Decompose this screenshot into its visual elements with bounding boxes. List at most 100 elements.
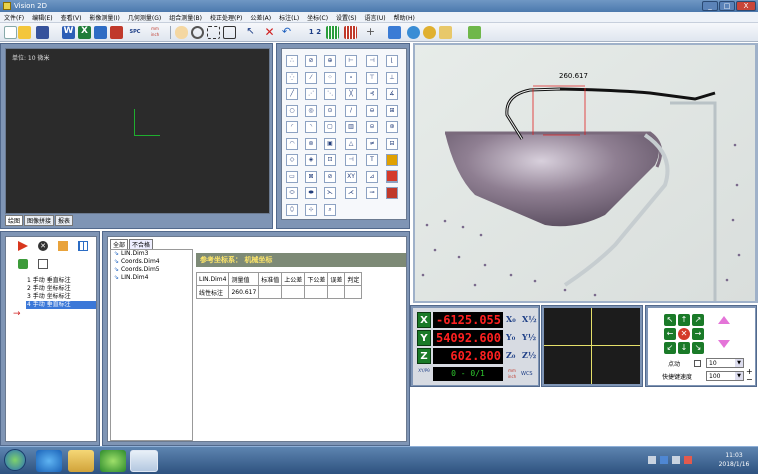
wcs-button[interactable]: WCS — [521, 371, 537, 377]
measure-tool-icon[interactable]: ⁛ — [286, 71, 298, 84]
measure-tool-icon[interactable]: ╱ — [286, 88, 298, 100]
stop-sign-icon[interactable] — [386, 187, 398, 199]
globe-icon[interactable] — [407, 26, 420, 39]
save-icon[interactable] — [36, 26, 49, 39]
light-icon[interactable] — [439, 26, 452, 39]
delete-icon[interactable]: ✕ — [263, 26, 276, 39]
step-list-item[interactable]: 1 手动 垂直标注 — [26, 277, 96, 285]
measure-tool-icon[interactable]: ⊿ — [366, 170, 378, 183]
dro-unit-button[interactable]: mm inch — [505, 368, 519, 381]
menu-item[interactable]: 设置(S) — [336, 13, 357, 22]
menu-item[interactable]: 几何测量(G) — [128, 13, 161, 22]
menu-item[interactable]: 校正处理(P) — [210, 13, 242, 22]
tab-drawing[interactable]: 绘图 — [5, 215, 24, 226]
move-icon[interactable] — [386, 170, 398, 182]
jog-right-icon[interactable]: → — [692, 328, 704, 340]
lamp-icon[interactable] — [386, 154, 398, 166]
minimize-button[interactable]: _ — [702, 1, 718, 11]
tab-report[interactable]: 报表 — [55, 215, 74, 226]
menu-item[interactable]: 公差(A) — [250, 13, 271, 22]
speed-decrease-button[interactable]: − — [746, 376, 753, 384]
measure-tool-icon[interactable]: ▣ — [324, 137, 336, 150]
measure-tool-icon[interactable]: ▥ — [345, 121, 357, 133]
measure-tool-icon[interactable]: ∡ — [386, 88, 398, 100]
step-list-item[interactable]: 2 手动 坐标标注 — [26, 285, 96, 293]
tab-image-stitch[interactable]: 图像拼接 — [24, 215, 55, 226]
measure-tool-icon[interactable]: ⊝ — [366, 121, 378, 133]
measure-tool-icon[interactable]: ⋋ — [324, 187, 336, 199]
measure-tool-icon[interactable]: ⊣ — [345, 154, 357, 166]
jog-up-left-icon[interactable]: ↖ — [664, 314, 676, 326]
tray-icon[interactable] — [648, 456, 656, 464]
x-zero-button[interactable]: X₀ — [506, 314, 521, 324]
stop-icon[interactable]: ✕ — [38, 241, 48, 251]
measure-tool-icon[interactable]: ╳ — [345, 88, 357, 100]
measure-tool-icon[interactable]: ⬯ — [286, 203, 298, 216]
undo-icon[interactable]: ↶ — [280, 26, 293, 39]
measure-tool-icon[interactable]: ⊤ — [366, 71, 378, 84]
mode-toggle-button[interactable]: XY/Pθ — [417, 368, 431, 381]
measure-tool-icon[interactable]: ⋰ — [305, 88, 317, 100]
measure-tool-icon[interactable]: ⌕ — [324, 203, 336, 216]
menu-item[interactable]: 标注(L) — [279, 13, 299, 22]
spc-button[interactable]: SPC — [127, 26, 143, 39]
tree-item[interactable]: ⇘ LIN.Dim3 — [111, 250, 192, 258]
jog-up-icon[interactable]: ↑ — [678, 314, 690, 326]
cursor-icon[interactable]: ↖ — [244, 26, 257, 39]
hand-pan-icon[interactable] — [175, 26, 188, 39]
jog-step-select[interactable]: 10 ▼ — [706, 358, 744, 368]
measure-tool-icon[interactable]: ⊘ — [305, 55, 317, 67]
measure-tool-icon[interactable]: ⊘ — [324, 170, 336, 183]
y-half-button[interactable]: Y½ — [522, 332, 537, 342]
measure-tool-icon[interactable]: ∴ — [286, 55, 298, 67]
measure-tool-icon[interactable]: ⊟ — [386, 137, 398, 150]
menu-item[interactable]: 坐标(C) — [307, 13, 328, 22]
menu-item[interactable]: 影像测量(I) — [89, 13, 119, 22]
tree-item[interactable]: ⇘ LIN.Dim4 — [111, 274, 192, 282]
measure-tool-icon[interactable]: ≠ — [366, 137, 378, 150]
measure-tool-icon[interactable]: ⊡ — [324, 154, 336, 166]
measure-tool-icon[interactable]: ◝ — [305, 121, 317, 133]
menu-item[interactable]: 文件(F) — [4, 13, 24, 22]
measure-tool-icon[interactable]: △ — [345, 137, 357, 150]
measure-tool-icon[interactable]: ⊣ — [366, 55, 378, 67]
jog-step-checkbox[interactable] — [694, 360, 701, 367]
measure-tool-icon[interactable]: ⊞ — [386, 104, 398, 117]
graphics-view[interactable]: 单位: 10 微米 — [5, 48, 270, 214]
maximize-button[interactable]: □ — [719, 1, 735, 11]
grid-green-icon[interactable] — [326, 26, 339, 39]
z-down-button[interactable] — [718, 340, 730, 348]
measure-tool-icon[interactable]: ⁘ — [324, 71, 336, 84]
measure-tool-icon[interactable]: ⊖ — [366, 104, 378, 117]
alert-icon[interactable] — [684, 456, 692, 464]
tab-all[interactable]: 全部 — [110, 239, 129, 249]
jog-stop-icon[interactable]: ✕ — [678, 328, 690, 340]
measure-tool-icon[interactable]: ○ — [286, 104, 298, 117]
measure-tool-icon[interactable]: ∕ — [345, 104, 357, 117]
measure-tool-icon[interactable]: ◠ — [286, 137, 298, 150]
menu-item[interactable]: 语言(U) — [365, 13, 386, 22]
measure-tool-icon[interactable]: ⊕ — [324, 55, 336, 67]
browser-icon[interactable] — [36, 450, 62, 472]
start-button[interactable] — [4, 449, 26, 471]
network-icon[interactable] — [660, 456, 668, 464]
measure-tool-icon[interactable]: ◜ — [286, 121, 298, 133]
step-list-item[interactable]: 4 手动 垂直标注 — [26, 301, 96, 309]
tree-item[interactable]: ⇘ Coords.Dim5 — [111, 266, 192, 274]
z-up-button[interactable] — [718, 316, 730, 324]
y-zero-button[interactable]: Y₀ — [506, 332, 521, 342]
measure-tool-icon[interactable]: ⋌ — [345, 187, 357, 199]
z-half-button[interactable]: Z½ — [522, 350, 537, 360]
grid-red-icon[interactable] — [344, 26, 357, 39]
menu-item[interactable]: 帮助(H) — [394, 13, 415, 22]
select-rect-icon[interactable] — [207, 26, 220, 39]
x-axis-button[interactable]: X — [417, 312, 431, 328]
tab-failed[interactable]: 不合格 — [129, 239, 154, 249]
measure-tool-icon[interactable]: ◈ — [305, 154, 317, 166]
volume-icon[interactable] — [672, 456, 680, 464]
pdf-export-icon[interactable] — [110, 26, 123, 39]
table-row[interactable]: 线性标注 260.617 — [195, 285, 363, 299]
camera-view[interactable]: 260.617 — [415, 45, 755, 301]
vision2d-task-icon[interactable] — [130, 450, 158, 472]
measure-tool-icon[interactable]: ◇ — [286, 154, 298, 166]
